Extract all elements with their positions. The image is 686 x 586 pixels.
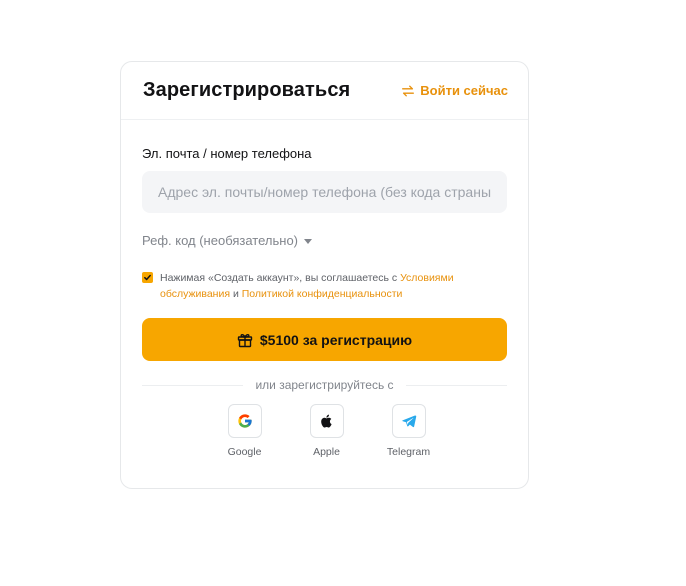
google-signup-button[interactable]: Google — [219, 404, 271, 458]
check-icon — [144, 274, 151, 281]
register-button-label: $5100 за регистрацию — [259, 331, 413, 348]
gift-icon — [237, 333, 253, 347]
telegram-icon — [401, 415, 416, 428]
page-title: Зарегистрироваться — [143, 79, 351, 101]
agreement-text-part2: и — [230, 288, 242, 300]
google-icon-box — [227, 404, 262, 438]
form-body: Эл. почта / номер телефона Реф. код (нео… — [121, 120, 528, 458]
login-now-label: Войти сейчас — [420, 83, 508, 98]
telegram-icon-box — [391, 404, 426, 438]
google-label: Google — [227, 446, 262, 458]
google-icon — [237, 414, 252, 428]
card-header: Зарегистрироваться Войти сейчас — [121, 62, 528, 120]
privacy-policy-link[interactable]: Политикой конфиденциальности — [242, 288, 403, 300]
telegram-label: Telegram — [386, 446, 431, 458]
social-buttons: Google Apple Telegram — [142, 404, 507, 458]
apple-label: Apple — [313, 446, 340, 458]
agreement-text: Нажимая «Создать аккаунт», вы соглашаете… — [160, 270, 507, 302]
apple-icon-box — [309, 404, 344, 438]
apple-signup-button[interactable]: Apple — [301, 404, 353, 458]
login-now-link[interactable]: Войти сейчас — [401, 83, 508, 98]
register-button[interactable]: $5100 за регистрацию — [142, 318, 507, 361]
social-divider-text: или зарегистрируйтесь с — [255, 378, 394, 392]
switch-arrows-icon — [402, 84, 415, 97]
agreement-text-part1: Нажимая «Создать аккаунт», вы соглашаете… — [160, 272, 401, 284]
email-input-wrapper — [142, 171, 507, 213]
telegram-signup-button[interactable]: Telegram — [383, 404, 435, 458]
referral-code-label: Реф. код (необязательно) — [142, 233, 298, 248]
email-input[interactable] — [156, 183, 493, 201]
divider-line-left — [142, 384, 244, 386]
agree-checkbox[interactable] — [142, 272, 153, 283]
referral-code-toggle[interactable]: Реф. код (необязательно) — [142, 233, 312, 248]
divider-line-right — [405, 384, 507, 386]
agreement-row: Нажимая «Создать аккаунт», вы соглашаете… — [142, 270, 507, 302]
social-divider: или зарегистрируйтесь с — [142, 378, 507, 392]
caret-down-icon — [304, 238, 312, 244]
email-field-label: Эл. почта / номер телефона — [142, 146, 312, 161]
apple-icon — [320, 414, 332, 428]
signup-card: Зарегистрироваться Войти сейчас Эл. почт… — [120, 61, 529, 489]
